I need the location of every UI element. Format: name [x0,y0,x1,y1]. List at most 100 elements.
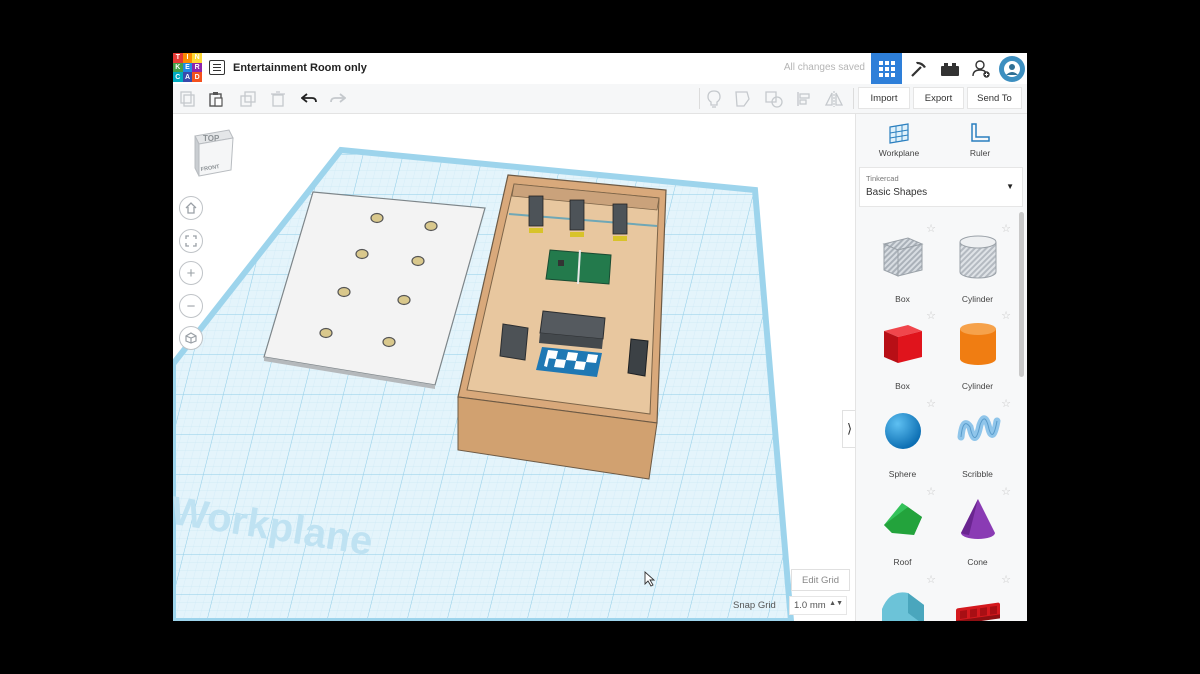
shape-cylinder-gray[interactable]: ☆ Cylinder [940,222,1015,310]
shape-label: Cylinder [961,381,994,391]
design-title[interactable]: Entertainment Room only [233,62,367,74]
duplicate-icon[interactable] [239,90,257,108]
undo-icon[interactable] [300,90,318,108]
toolbar-divider [853,88,854,109]
viewcube-top-label: TOP [203,134,220,143]
send-to-button[interactable]: Send To [967,87,1022,109]
notes-lightbulb-icon[interactable] [705,90,723,108]
export-button[interactable]: Export [913,87,964,109]
favorite-star-icon[interactable]: ☆ [926,573,936,586]
toolbar-divider [699,88,700,109]
group-shapes-icon[interactable] [735,90,753,108]
ruler-tool[interactable]: Ruler [950,122,1010,158]
text-3d-icon [955,602,1000,621]
shape-library-dropdown[interactable]: Tinkercad Basic Shapes ▼ [859,167,1023,207]
scribble-icon [957,415,1000,441]
workplane-icon [889,123,909,144]
cylinder-hole-icon [959,235,996,279]
home-icon [185,202,197,214]
zoom-out-button[interactable]: − [179,294,203,318]
user-avatar[interactable] [996,53,1027,84]
logo-letter: R [192,62,202,73]
workplane-tool-label: Workplane [878,148,920,158]
shapes-panel: Workplane Ruler Tinkercad Basic Shapes ▼… [855,114,1027,621]
favorite-star-icon[interactable]: ☆ [1001,573,1011,586]
cone-icon [960,499,995,539]
plus-icon: + [186,264,196,282]
snap-grid-label: Snap Grid [733,600,776,611]
ungroup-shapes-icon[interactable] [765,90,783,108]
shape-scribble[interactable]: ☆ Scribble [940,397,1015,485]
paste-icon[interactable] [207,90,225,108]
save-status: All changes saved [783,62,865,73]
shape-cone[interactable]: ☆ Cone [940,485,1015,573]
home-view-button[interactable] [179,196,203,220]
shape-cylinder-orange[interactable]: ☆ Cylinder [940,309,1015,397]
shape-label: Sphere [888,469,917,479]
add-user-icon[interactable] [965,53,996,84]
shape-box-gray[interactable]: ☆ Box [865,222,940,310]
redo-icon[interactable] [329,90,347,108]
blocks-pickaxe-icon[interactable] [903,53,934,84]
design-menu-icon[interactable] [209,60,225,75]
favorite-star-icon[interactable]: ☆ [1001,309,1011,322]
shape-box-red[interactable]: ☆ Box [865,309,940,397]
logo-letter: N [192,53,202,63]
ruler-tool-label: Ruler [969,148,991,158]
chevron-right-icon: ⟩ [846,421,853,436]
align-icon[interactable] [795,90,813,108]
mirror-icon[interactable] [825,90,843,108]
half-cylinder-icon [881,592,924,621]
perspective-cube-icon [185,332,197,344]
shape-roof[interactable]: ☆ Roof [865,485,940,573]
tinkercad-editor: TINKERCAD Entertainment Room only All ch… [173,53,1027,621]
tinkercad-logo[interactable]: TINKERCAD [173,53,202,82]
import-button[interactable]: Import [858,87,910,109]
favorite-star-icon[interactable]: ☆ [1001,397,1011,410]
fit-view-icon [185,235,197,247]
bricks-icon[interactable] [934,53,965,84]
shape-sphere[interactable]: ☆ Sphere [865,397,940,485]
sphere-icon [884,413,921,449]
edit-grid-button[interactable]: Edit Grid [791,569,850,591]
3d-viewport[interactable]: Workplane TOP FRONT + − Edit Grid Snap G… [173,114,855,621]
workplane-tool[interactable]: Workplane [869,122,929,158]
logo-letter: D [192,72,202,82]
box-icon [883,325,922,363]
favorite-star-icon[interactable]: ☆ [926,222,936,235]
favorite-star-icon[interactable]: ☆ [926,397,936,410]
favorite-star-icon[interactable]: ☆ [926,485,936,498]
minus-icon: − [186,297,196,315]
3d-design-view-icon[interactable] [871,53,902,84]
zoom-in-button[interactable]: + [179,261,203,285]
shape-label: Cylinder [961,294,994,304]
shape-label: Cone [967,557,988,567]
shape-half-cylinder[interactable]: ☆ [865,573,940,621]
favorite-star-icon[interactable]: ☆ [926,309,936,322]
shape-text[interactable]: ☆ [940,573,1015,621]
favorite-star-icon[interactable]: ☆ [1001,222,1011,235]
shape-label: Roof [893,557,912,567]
caret-updown-icon: ▲▼ [829,600,843,607]
ruler-icon [971,123,990,142]
fit-view-button[interactable] [179,229,203,253]
view-cube[interactable]: TOP FRONT [189,128,237,185]
copy-icon[interactable] [179,90,197,108]
logo-letter: K [173,62,183,73]
library-provider: Tinkercad [866,174,899,183]
panel-scrollbar[interactable] [1019,212,1024,377]
logo-letter: T [173,53,183,63]
snap-grid-value: 1.0 mm [794,600,826,611]
logo-letter: I [182,53,193,63]
top-bar: TINKERCAD Entertainment Room only All ch… [173,53,1027,85]
delete-icon[interactable] [269,90,287,108]
logo-letter: E [182,62,193,73]
logo-letter: C [173,72,183,82]
perspective-button[interactable] [179,326,203,350]
scene-svg: Workplane [173,146,795,621]
roof-icon [883,503,922,535]
snap-grid-select[interactable]: 1.0 mm ▲▼ [789,596,847,615]
library-name: Basic Shapes [866,187,928,198]
collapse-panel-button[interactable]: ⟩ [842,410,855,448]
favorite-star-icon[interactable]: ☆ [1001,485,1011,498]
